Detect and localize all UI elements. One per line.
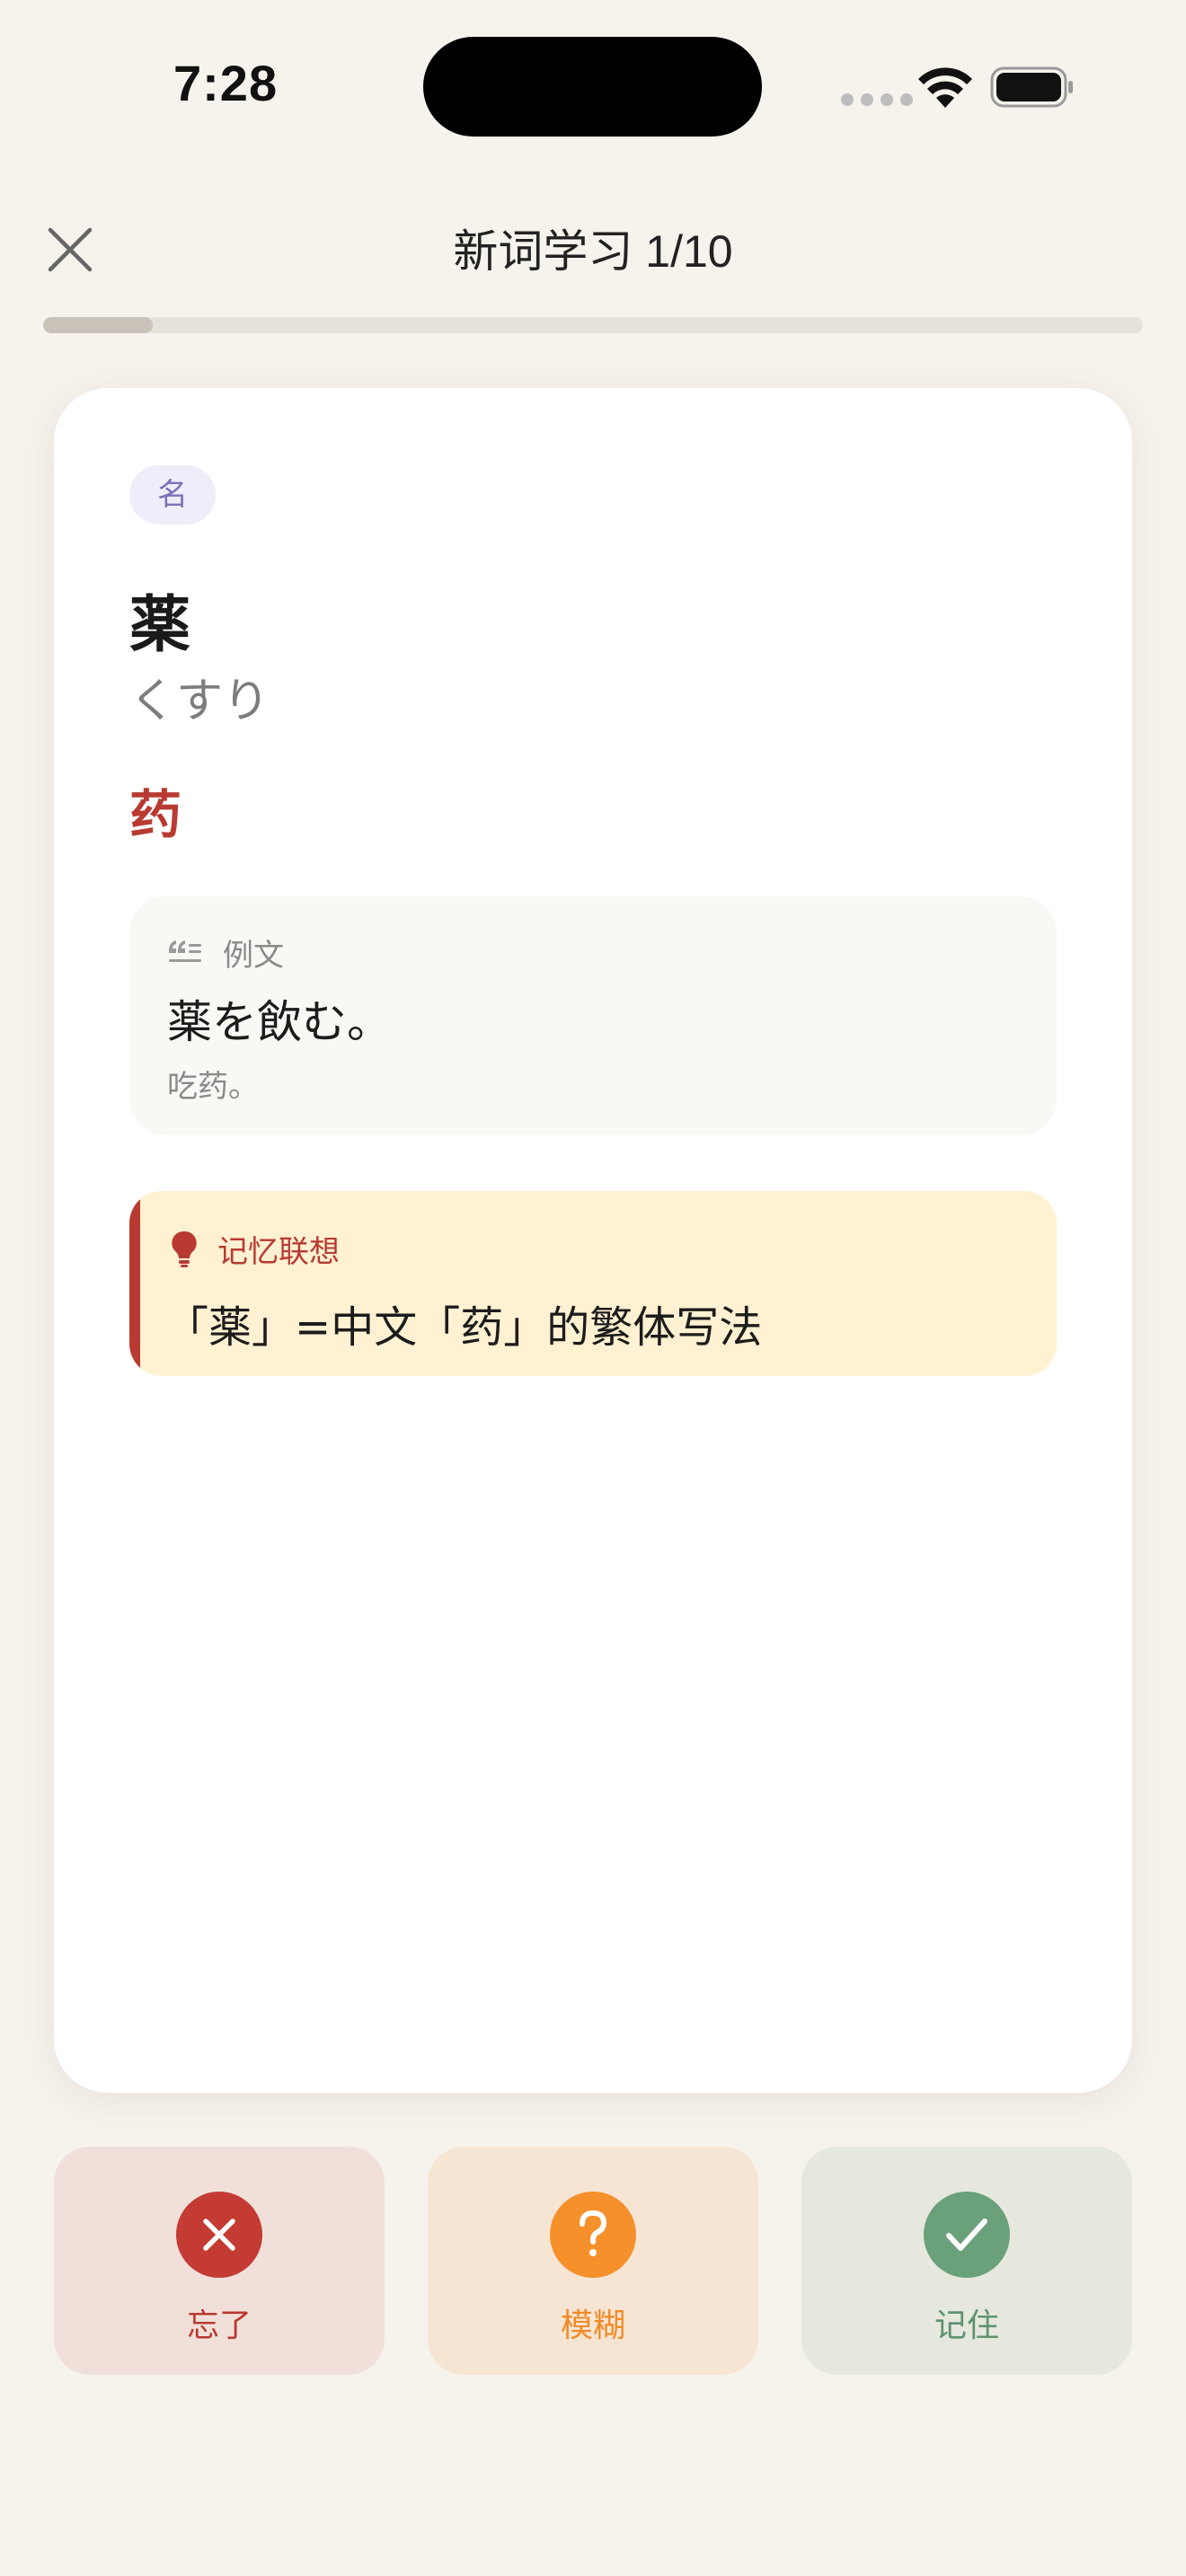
memory-header: 记忆联想: [171, 1227, 340, 1271]
memory-label: 记忆联想: [217, 1234, 340, 1270]
status-time: 7:28: [173, 55, 279, 111]
quote-icon: [169, 940, 201, 962]
status-bar: 7:28: [0, 0, 1186, 171]
check-icon: [946, 2219, 987, 2251]
memory-accent-bar: [129, 1191, 140, 1376]
page-title: 新词学习 1/10: [453, 226, 733, 277]
cellular-signal-icon: [841, 93, 913, 106]
word-text: 薬: [129, 590, 191, 661]
word-meaning: 药: [129, 784, 182, 845]
memory-hint-section: 记忆联想 「薬」=中文「药」的繁体写法: [129, 1191, 1057, 1376]
progress-bar: [43, 317, 1143, 333]
remember-button[interactable]: 记住: [801, 2147, 1132, 2375]
battery-icon: [990, 66, 1073, 108]
forgot-button[interactable]: 忘了: [54, 2147, 385, 2375]
forgot-label: 忘了: [186, 2307, 252, 2344]
remember-label: 记住: [934, 2307, 999, 2344]
fuzzy-button[interactable]: 模糊: [428, 2147, 758, 2375]
progress-fill: [43, 317, 154, 333]
example-label: 例文: [223, 938, 284, 974]
wifi-icon: [918, 67, 972, 108]
dynamic-island: [423, 37, 762, 137]
fuzzy-label: 模糊: [560, 2307, 625, 2344]
example-header: 例文: [167, 931, 284, 975]
memory-text: 「薬」=中文「药」的繁体写法: [165, 1302, 763, 1353]
fuzzy-icon-circle: [550, 2192, 636, 2278]
question-icon: [580, 2210, 607, 2256]
part-of-speech-badge: 名: [129, 465, 216, 525]
remember-icon-circle: [924, 2192, 1010, 2278]
word-reading: くすり: [129, 675, 270, 728]
lightbulb-icon: [172, 1231, 197, 1267]
forgot-icon-circle: [176, 2192, 262, 2278]
example-japanese: 薬を飲む。: [167, 996, 392, 1048]
x-icon: [203, 2219, 235, 2251]
example-translation: 吃药。: [167, 1069, 259, 1105]
word-card: 名 薬 くすり 药 例文 薬を飲む。 吃药。 记忆联想 「薬」=中文「药」的繁体…: [54, 388, 1132, 2093]
example-section: 例文 薬を飲む。 吃药。: [129, 896, 1057, 1135]
